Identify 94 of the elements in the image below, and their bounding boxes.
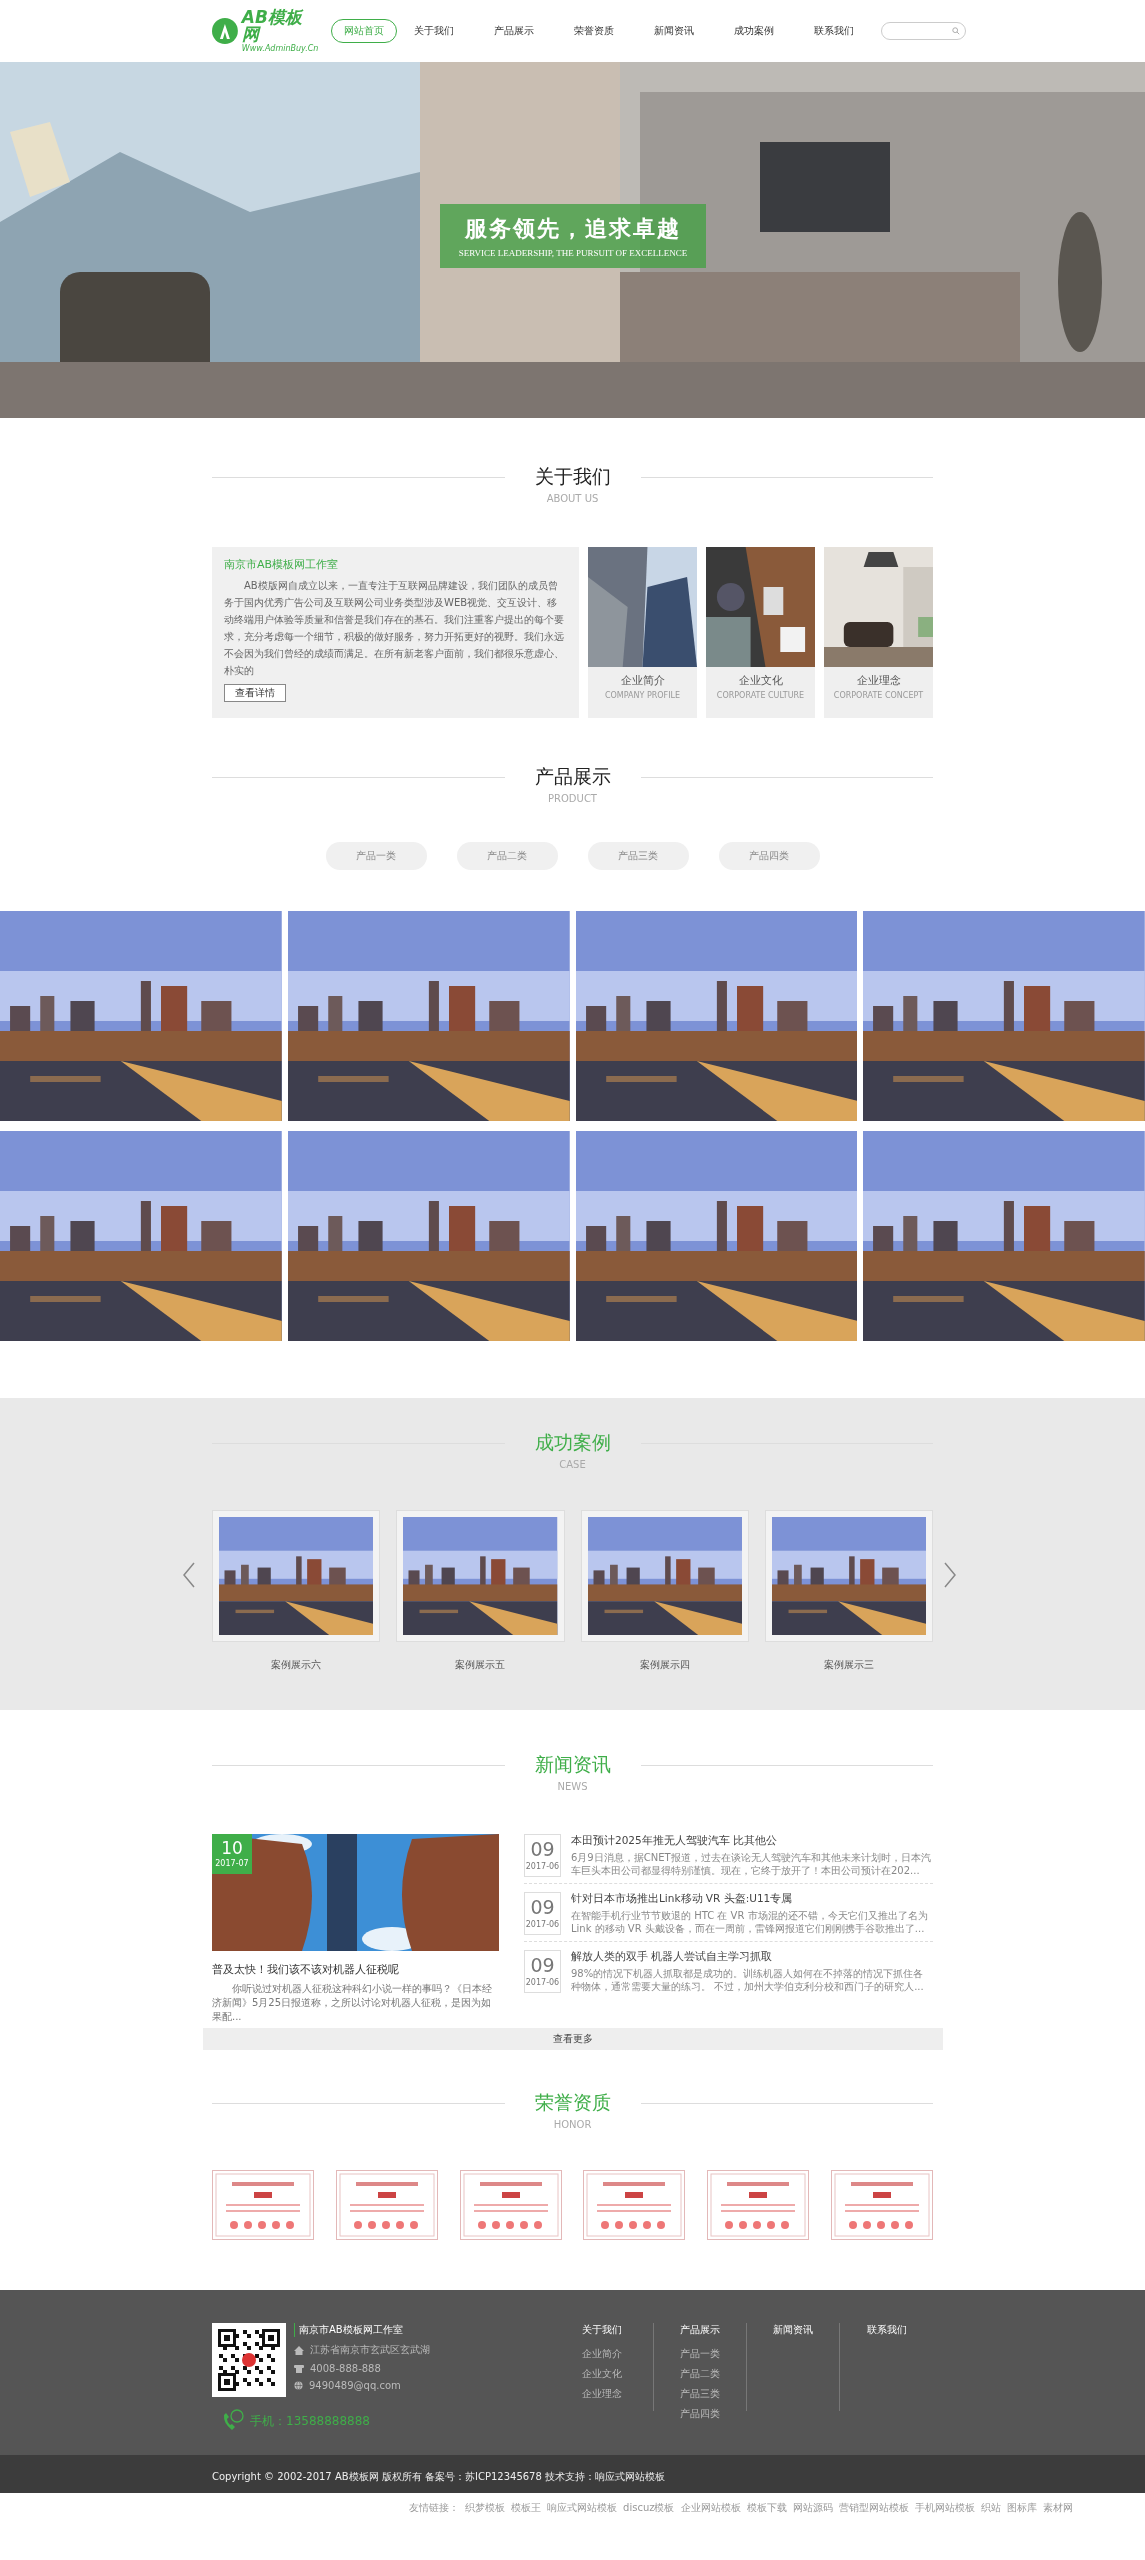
nav-link[interactable]: 荣誉资质 [560,19,627,43]
more-button[interactable]: 查看更多 [202,2028,943,2050]
category-tab[interactable]: 产品三类 [587,842,689,870]
news-summary: 98%的情况下机器人抓取都是成功的。训练机器人如何在不掉落的情况下抓住各种物体，通常需要大量的练习。 不过，加州大学伯克利分校和西门子的研究人... [571,1967,925,1993]
news-title[interactable]: 解放人类的双手 机器人尝试自主学习抓取 [571,1950,933,1964]
section-subtitle: NEWS [557,1781,588,1792]
friend-link[interactable]: 织梦模板 [465,2501,506,2515]
friend-link[interactable]: 图标库 [1006,2501,1037,2515]
card-subtitle: CORPORATE CONCEPT [833,691,924,700]
footer-column-title: 产品展示 [680,2323,720,2337]
case-card[interactable] [212,1510,381,1642]
section-title: 新闻资讯 [534,1752,611,1777]
friend-link[interactable]: 手机网站模板 [914,2501,975,2515]
footer-link[interactable]: 企业理念 [582,2387,622,2401]
nav-link[interactable]: 成功案例 [720,19,787,43]
home-icon [294,2345,304,2355]
company-name: 南京市AB模板网工作室 [224,557,339,572]
news-title[interactable]: 针对日本市场推出Link移动 VR 头盔:U11专属 [571,1892,933,1906]
section-subtitle: ABOUT US [546,493,599,504]
footer-link[interactable]: 企业文化 [582,2367,622,2381]
footer-column-title: 新闻资讯 [773,2323,813,2337]
friend-link[interactable]: 织站 [980,2501,1001,2515]
case-caption: 案例展示五 [455,1658,506,1672]
footer-link[interactable]: 产品三类 [680,2387,720,2401]
friend-link[interactable]: 营销型网站模板 [838,2501,909,2515]
about-text: AB模版网自成立以来，一直专注于互联网品牌建设，我们团队的成员曾务于国内优秀广告公司及互联网公司业务类型涉及WEB视觉、交互设计、移动终端用户体验等质量和信誉是我们存在的基石。我们注重客户提出的每个要求，充分考虑每一个细节，积极的做好服务，努力开拓更好的视野。我们永远不会因为我们曾经的成绩而满足。在所有新老客户面前，我们都很乐意虚心、朴实的 [224,579,565,678]
card-title: 企业理念 [856,674,901,688]
friend-link[interactable]: 响应式网站模板 [547,2501,618,2515]
about-card[interactable]: 企业文化 CORPORATE CULTURE [706,547,815,718]
case-caption: 案例展示三 [823,1658,874,1672]
friend-link[interactable]: 模板王 [511,2501,542,2515]
next-arrow[interactable] [943,1562,957,1588]
nav-link[interactable]: 关于我们 [400,19,467,43]
card-title: 企业简介 [620,674,665,688]
category-tab[interactable]: 产品四类 [718,842,820,870]
case-caption: 案例展示六 [271,1658,322,1672]
news-title[interactable]: 本田预计2025年推无人驾驶汽车 比其他公 [571,1834,933,1848]
globe-icon [294,2381,303,2390]
logo-icon [212,18,238,44]
banner-title: 服务领先，追求卓越 [465,215,681,243]
section-title: 产品展示 [534,764,611,789]
footer-company: 南京市AB模板网工作室 [294,2323,430,2337]
footer-link[interactable]: 企业简介 [582,2347,622,2361]
case-card[interactable] [396,1510,565,1642]
section-title: 关于我们 [534,464,611,489]
case-card[interactable] [764,1510,933,1642]
nav-link[interactable]: 联系我们 [800,19,867,43]
date-month: 2017-06 [525,1920,560,1929]
date-day: 10 [221,1840,243,1857]
copyright-text: Copyright © 2002-2017 AB模板网 版权所有 备案号：苏ICP12345678 技术支持：响应式网站模板 [212,2470,665,2482]
section-subtitle: PRODUCT [548,793,597,804]
phone-text: 4008-888-888 [310,2363,381,2374]
footer-column-title: 关于我们 [582,2323,622,2337]
date-day: 09 [530,1898,555,1917]
date-day: 09 [530,1956,555,1975]
footer-link[interactable]: 产品四类 [680,2407,720,2421]
friend-link[interactable]: 企业网站模板 [680,2501,741,2515]
mobile-number: 手机：13588888888 [250,2412,370,2430]
friend-link[interactable]: discuz模板 [623,2501,675,2515]
email-text: 9490489@qq.com [309,2380,401,2391]
section-title: 成功案例 [534,1430,611,1455]
date-month: 2017-06 [525,1862,560,1871]
logo-name: AB模板网 [241,9,305,43]
banner-subtitle: SERVICE LEADERSHIP, THE PURSUIT OF EXCELLENCE [458,248,688,258]
date-day: 09 [530,1840,555,1859]
about-card[interactable]: 企业简介 COMPANY PROFILE [588,547,697,718]
section-subtitle: CASE [559,1459,586,1470]
about-card[interactable]: 企业理念 CORPORATE CONCEPT [824,547,933,718]
news-summary: 在智能手机行业节节败退的 HTC 在 VR 市场混的还不错，今天它们又推出了名为 Link 的移动 VR 头戴设备，而在一周前，雷锋网报道它们刚刚携手谷歌推出了... [571,1909,929,1935]
nav-link[interactable]: 产品展示 [480,19,547,43]
case-card[interactable] [580,1510,749,1642]
footer-column-title: 联系我们 [866,2323,907,2337]
section-subtitle: HONOR [553,2119,592,2130]
previous-arrow[interactable] [182,1562,196,1588]
logo-url: Www.AdminBuy.Cn [241,45,319,53]
date-month: 2017-06 [525,1978,560,1987]
card-title: 企业文化 [738,674,783,688]
details-button[interactable]: 查看详情 [224,684,286,702]
search-icon [951,27,960,35]
date-month: 2017-07 [215,1859,249,1868]
address-text: 江苏省南京市玄武区玄武湖 [310,2343,430,2357]
friend-link[interactable]: 素材网 [1042,2501,1073,2515]
news-title[interactable]: 普及太快！我们该不该对机器人征税呢 [212,1963,499,1977]
card-subtitle: COMPANY PROFILE [604,691,681,700]
friend-link[interactable]: 模板下载 [746,2501,787,2515]
nav-link[interactable]: 新闻资讯 [640,19,707,43]
news-summary: 6月9日消息，据CNET报道，过去在谈论无人驾驶汽车和其他未来计划时，日本汽车巨头本田公司都显得特别谨慎。现在，它终于放开了！本田公司预计在202... [571,1851,932,1877]
case-caption: 案例展示四 [639,1658,690,1672]
card-subtitle: CORPORATE CULTURE [716,691,805,700]
section-title: 荣誉资质 [534,2090,611,2115]
friend-link[interactable]: 网站源码 [792,2501,833,2515]
logo[interactable]: AB模板网 Www.AdminBuy.Cn [212,9,319,53]
news-summary: 你听说过对机器人征税这种科幻小说一样的事吗？《日本经济新闻》5月25日报道称，之所以讨论对机器人征税，是因为如果配... [212,1982,493,2024]
links-label: 友情链接： [409,2501,460,2515]
